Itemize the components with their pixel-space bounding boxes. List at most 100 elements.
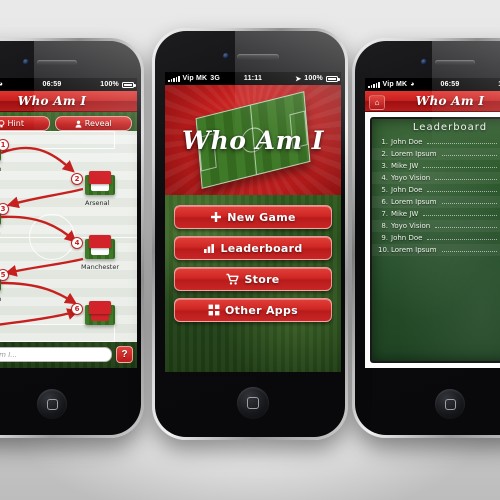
rank-label: 5. <box>381 186 388 194</box>
leader-dots <box>427 234 497 240</box>
leader-dots <box>427 186 497 192</box>
home-button[interactable] <box>37 389 67 419</box>
hint-label: Hint <box>7 119 24 128</box>
wifi-icon: ◕ <box>0 81 4 88</box>
location-icon: ➤ <box>295 75 302 83</box>
clock-label: 06:59 <box>440 81 460 88</box>
leaderboard-row[interactable]: 6.Lorem Ipsum595 <box>372 196 500 208</box>
leaderboard-row[interactable]: 1.John Doe1000 <box>372 136 500 148</box>
network-label: 3G <box>210 75 221 82</box>
player-name: Mike JW <box>391 162 419 170</box>
leaderboard-rows[interactable]: 1.John Doe10002.Lorem Ipsum9503.Mike JW9… <box>372 136 500 256</box>
player-name: John Doe <box>391 138 423 146</box>
home-button[interactable] <box>435 389 465 419</box>
page-title: Who Am I <box>415 94 485 108</box>
club-label: Tottenham <box>0 295 2 303</box>
cart-icon <box>226 273 240 285</box>
leaderboard-panel: Leaderboard 1.John Doe10002.Lorem Ipsum9… <box>365 112 500 368</box>
rank-label: 9. <box>381 234 388 242</box>
rank-label: 6. <box>381 198 388 206</box>
camera-icon <box>223 53 229 59</box>
main-menu: New Game Leaderboard Store Other Apps <box>165 205 341 322</box>
leaderboard-row[interactable]: 5.John Doe630 <box>372 184 500 196</box>
rank-label: 2. <box>381 150 388 158</box>
bar-chart-icon <box>203 242 215 254</box>
showcase-stage: MK ◕ 06:59 100% Who Am I Hint <box>0 0 500 500</box>
player-name: Yoyo Vision <box>391 174 431 182</box>
clock-label: 06:59 <box>42 81 62 88</box>
plus-icon <box>210 211 222 223</box>
menu-button-leaderboard[interactable]: Leaderboard <box>174 236 332 260</box>
app-title-bar: Who Am I <box>0 91 137 112</box>
home-icon[interactable]: ⌂ <box>369 94 385 110</box>
menu-button-store[interactable]: Store <box>174 267 332 291</box>
club-label: Tottenham <box>0 165 2 173</box>
leaderboard-title: Leaderboard <box>412 122 488 133</box>
rank-label: 10. <box>378 246 390 254</box>
status-bar: Vip MK 3G 11:11 ➤ 100% <box>165 72 341 85</box>
leaderboard-row[interactable]: 10.Lorem Ipsum300 <box>372 244 500 256</box>
speaker-grille <box>37 60 77 65</box>
rank-label: 4. <box>381 174 388 182</box>
hint-button[interactable]: Hint <box>0 116 50 131</box>
rank-label: 7. <box>381 210 388 218</box>
right-phone-screen: Vip MK ◕ 06:59 100% ⌂ Who Am I Leaderboa… <box>365 78 500 368</box>
leader-dots <box>435 174 497 180</box>
answer-bar: Who am I... ? <box>0 343 137 366</box>
signal-icon <box>168 75 180 82</box>
connection-arrows <box>0 146 84 326</box>
speaker-grille <box>435 60 475 65</box>
leader-dots <box>435 222 497 228</box>
leader-dots <box>441 198 497 204</box>
menu-button-label: Other Apps <box>225 303 298 317</box>
home-button[interactable] <box>237 387 269 419</box>
player-name: Lorem Ipsum <box>391 246 437 254</box>
menu-button-label: Leaderboard <box>220 241 303 255</box>
leaderboard-row[interactable]: 4.Yoyo Vision700 <box>372 172 500 184</box>
left-phone-screen: MK ◕ 06:59 100% Who Am I Hint <box>0 78 137 368</box>
signal-icon <box>368 81 380 88</box>
rank-label: 3. <box>381 162 388 170</box>
wifi-icon: ◕ <box>410 81 415 88</box>
speaker-grille <box>237 54 279 60</box>
person-icon <box>75 120 82 128</box>
leaderboard-row[interactable]: 7.Mike JW500 <box>372 208 500 220</box>
battery-icon <box>122 81 136 88</box>
rank-label: 8. <box>381 222 388 230</box>
carrier-label: Vip MK <box>382 81 408 88</box>
app-title-bar: ⌂ Who Am I <box>365 91 500 112</box>
leader-dots <box>423 210 497 216</box>
page-title: Who Am I <box>17 94 87 108</box>
camera-icon <box>23 59 29 65</box>
menu-button-other-apps[interactable]: Other Apps <box>174 298 332 322</box>
leader-dots <box>441 150 497 156</box>
node-number: 2 <box>71 173 83 185</box>
club-label: Manchester <box>81 263 120 271</box>
reveal-button[interactable]: Reveal <box>54 116 132 131</box>
clock-label: 11:11 <box>243 75 263 82</box>
lightbulb-icon <box>0 119 4 127</box>
player-name: John Doe <box>391 234 423 242</box>
game-board[interactable]: 1 Tottenham 2 Arsenal 3 Newcas <box>0 131 137 342</box>
carrier-label: Vip MK <box>182 75 208 82</box>
rank-label: 1. <box>381 138 388 146</box>
answer-input[interactable]: Who am I... <box>0 347 112 362</box>
leaderboard-row[interactable]: 9.John Doe310 <box>372 232 500 244</box>
node-number: 4 <box>71 237 83 249</box>
leaderboard-row[interactable]: 8.Yoyo Vision430 <box>372 220 500 232</box>
leader-dots <box>441 246 497 252</box>
leaderboard-row[interactable]: 2.Lorem Ipsum950 <box>372 148 500 160</box>
app-logo: Who Am I <box>165 85 341 195</box>
center-phone-screen: Vip MK 3G 11:11 ➤ 100% Who Am I New Game… <box>165 72 341 372</box>
battery-percent-label: 100% <box>100 81 119 88</box>
leader-dots <box>423 162 497 168</box>
logo-text: Who Am I <box>182 125 324 155</box>
help-button[interactable]: ? <box>116 346 133 363</box>
club-label: Arsenal <box>85 199 110 207</box>
center-phone: Vip MK 3G 11:11 ➤ 100% Who Am I New Game… <box>152 28 348 440</box>
menu-button-new-game[interactable]: New Game <box>174 205 332 229</box>
menu-button-label: New Game <box>227 210 296 224</box>
left-phone: MK ◕ 06:59 100% Who Am I Hint <box>0 38 144 438</box>
camera-icon <box>421 59 427 65</box>
leaderboard-row[interactable]: 3.Mike JW900 <box>372 160 500 172</box>
